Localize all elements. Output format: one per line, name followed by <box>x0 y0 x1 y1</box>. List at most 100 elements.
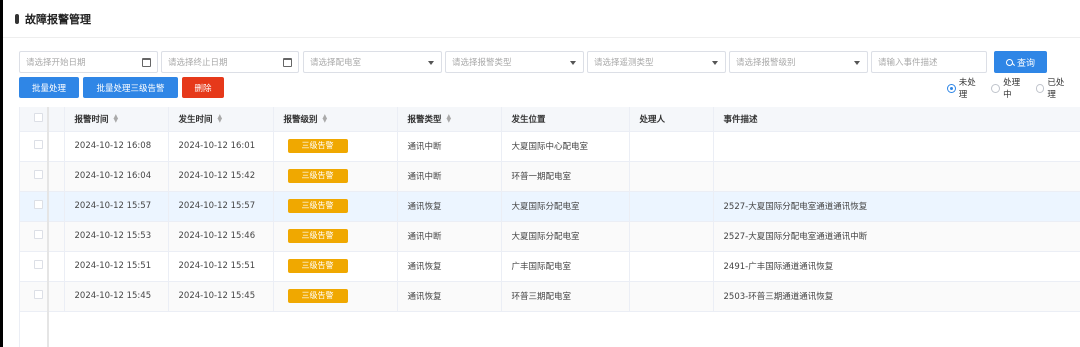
level-badge: 三级告警 <box>287 199 348 213</box>
type-cell: 通讯中断 <box>397 131 502 162</box>
row-select-cell[interactable] <box>20 221 65 252</box>
radio-label: 已处理 <box>1047 78 1065 100</box>
location-cell: 环普一期配电室 <box>501 161 630 192</box>
start-date-placeholder: 请选择开始日期 <box>26 58 86 68</box>
table-row[interactable]: 2024-10-12 16:04 2024-10-12 15:42 三级告警 通… <box>20 161 1080 192</box>
checkbox-icon[interactable] <box>34 260 43 269</box>
table-row[interactable]: 2024-10-12 15:51 2024-10-12 15:51 三级告警 通… <box>20 251 1080 282</box>
batch-process-level3-button[interactable]: 批量处理三级告警 <box>83 77 178 98</box>
col-label: 处理人 <box>639 114 666 125</box>
calendar-icon <box>283 58 292 67</box>
desc-cell <box>713 161 1080 192</box>
type-cell: 通讯中断 <box>397 161 502 192</box>
checkbox-icon[interactable] <box>34 290 43 299</box>
sort-icon[interactable]: ▲ ▼ <box>114 114 119 124</box>
occur-time-cell: 2024-10-12 15:42 <box>168 161 274 192</box>
room-placeholder: 请选择配电室 <box>310 58 362 68</box>
row-select-cell[interactable] <box>20 161 65 192</box>
col-type[interactable]: 报警类型 ▲ ▼ <box>397 107 502 132</box>
handler-cell <box>629 221 714 252</box>
batch-process-button[interactable]: 批量处理 <box>19 77 79 98</box>
start-date-input[interactable]: 请选择开始日期 <box>19 51 158 73</box>
query-button[interactable]: 查询 <box>994 51 1047 73</box>
filter-bar: 请选择开始日期 请选择终止日期 请选择配电室 请选择报警类型 请选择遥测类型 请… <box>19 51 1080 73</box>
checkbox-icon[interactable] <box>34 200 43 209</box>
end-date-input[interactable]: 请选择终止日期 <box>161 51 299 73</box>
alarm-table-container: 报警时间 ▲ ▼ 发生时间 ▲ ▼ 报警级别 ▲ ▼ 报警类型 ▲ ▼ 发生位置 处理人 事件描… <box>19 107 1080 347</box>
delete-button[interactable]: 删除 <box>182 77 224 98</box>
desc-cell: 2527-大夏国际分配电室通道通讯恢复 <box>713 191 1080 222</box>
desc-cell: 2527-大夏国际分配电室通道通讯中断 <box>713 221 1080 252</box>
radio-label: 处理中 <box>1003 78 1021 100</box>
alarm-type-select[interactable]: 请选择报警类型 <box>445 51 584 73</box>
desc-cell <box>713 131 1080 162</box>
checkbox-icon[interactable] <box>34 170 43 179</box>
page-title: 故障报警管理 <box>25 12 91 26</box>
alarm-type-placeholder: 请选择报警类型 <box>452 58 512 68</box>
event-desc-input[interactable]: 请输入事件描述 <box>871 51 987 73</box>
radio-label: 未处理 <box>958 78 976 100</box>
alarm-time-cell: 2024-10-12 16:04 <box>64 161 169 192</box>
calendar-icon <box>142 58 151 67</box>
radio-dot-icon <box>1035 83 1045 93</box>
level-cell: 三级告警 <box>273 281 398 312</box>
col-label: 报警类型 <box>407 114 442 125</box>
col-label: 事件描述 <box>723 114 758 125</box>
radio-processing[interactable]: 处理中 <box>991 76 1027 100</box>
remote-type-select[interactable]: 请选择遥测类型 <box>587 51 726 73</box>
row-select-cell[interactable] <box>20 281 65 312</box>
alarm-table: 报警时间 ▲ ▼ 发生时间 ▲ ▼ 报警级别 ▲ ▼ 报警类型 ▲ ▼ 发生位置 处理人 事件描… <box>20 107 1080 312</box>
end-date-placeholder: 请选择终止日期 <box>168 58 228 68</box>
chevron-down-icon <box>570 61 576 65</box>
col-occur-time[interactable]: 发生时间 ▲ ▼ <box>168 107 274 132</box>
col-label: 报警时间 <box>74 114 109 125</box>
occur-time-cell: 2024-10-12 16:01 <box>168 131 274 162</box>
radio-unprocessed[interactable]: 未处理 <box>947 76 983 100</box>
sort-icon[interactable]: ▲ ▼ <box>218 114 223 124</box>
sort-icon[interactable]: ▲ ▼ <box>323 114 328 124</box>
handler-cell <box>629 281 714 312</box>
col-alarm-time[interactable]: 报警时间 ▲ ▼ <box>64 107 169 132</box>
desc-cell: 2503-环普三期通道通讯恢复 <box>713 281 1080 312</box>
desc-cell: 2491-广丰国际通道通讯恢复 <box>713 251 1080 282</box>
table-row[interactable]: 2024-10-12 15:45 2024-10-12 15:45 三级告警 通… <box>20 281 1080 312</box>
radio-processed[interactable]: 已处理 <box>1035 76 1072 100</box>
table-header-row: 报警时间 ▲ ▼ 发生时间 ▲ ▼ 报警级别 ▲ ▼ 报警类型 ▲ ▼ 发生位置 处理人 事件描… <box>20 107 1080 132</box>
row-select-cell[interactable] <box>20 131 65 162</box>
title-marker-icon <box>15 13 19 24</box>
chevron-down-icon <box>712 61 718 65</box>
checkbox-icon[interactable] <box>34 112 43 122</box>
checkbox-icon[interactable] <box>34 230 43 239</box>
handler-cell <box>629 251 714 282</box>
table-row[interactable]: 2024-10-12 15:57 2024-10-12 15:57 三级告警 通… <box>20 191 1080 222</box>
handler-cell <box>629 131 714 162</box>
occur-time-cell: 2024-10-12 15:51 <box>168 251 274 282</box>
col-label: 报警级别 <box>283 114 318 125</box>
col-label: 发生位置 <box>511 114 546 125</box>
row-select-cell[interactable] <box>20 191 65 222</box>
row-select-cell[interactable] <box>20 251 65 282</box>
table-row[interactable]: 2024-10-12 15:53 2024-10-12 15:46 三级告警 通… <box>20 221 1080 252</box>
alarm-time-cell: 2024-10-12 15:53 <box>64 221 169 252</box>
room-select[interactable]: 请选择配电室 <box>303 51 442 73</box>
handler-cell <box>629 161 714 192</box>
checkbox-icon[interactable] <box>34 140 43 149</box>
search-icon <box>1005 58 1013 66</box>
location-cell: 大夏国际中心配电室 <box>501 131 630 162</box>
alarm-time-cell: 2024-10-12 15:57 <box>64 191 169 222</box>
type-cell: 通讯恢复 <box>397 281 502 312</box>
level-badge: 三级告警 <box>287 289 348 303</box>
level-cell: 三级告警 <box>273 191 398 222</box>
location-cell: 大夏国际分配电室 <box>501 191 630 222</box>
level-cell: 三级告警 <box>273 221 398 252</box>
level-cell: 三级告警 <box>273 251 398 282</box>
select-all-cell[interactable] <box>20 107 65 132</box>
col-level[interactable]: 报警级别 ▲ ▼ <box>273 107 398 132</box>
alarm-time-cell: 2024-10-12 15:51 <box>64 251 169 282</box>
alarm-level-select[interactable]: 请选择报警级别 <box>729 51 868 73</box>
col-handler: 处理人 <box>629 107 714 132</box>
table-row[interactable]: 2024-10-12 16:08 2024-10-12 16:01 三级告警 通… <box>20 131 1080 162</box>
sort-icon[interactable]: ▲ ▼ <box>447 114 452 124</box>
level-badge: 三级告警 <box>287 259 348 273</box>
alarm-time-cell: 2024-10-12 16:08 <box>64 131 169 162</box>
